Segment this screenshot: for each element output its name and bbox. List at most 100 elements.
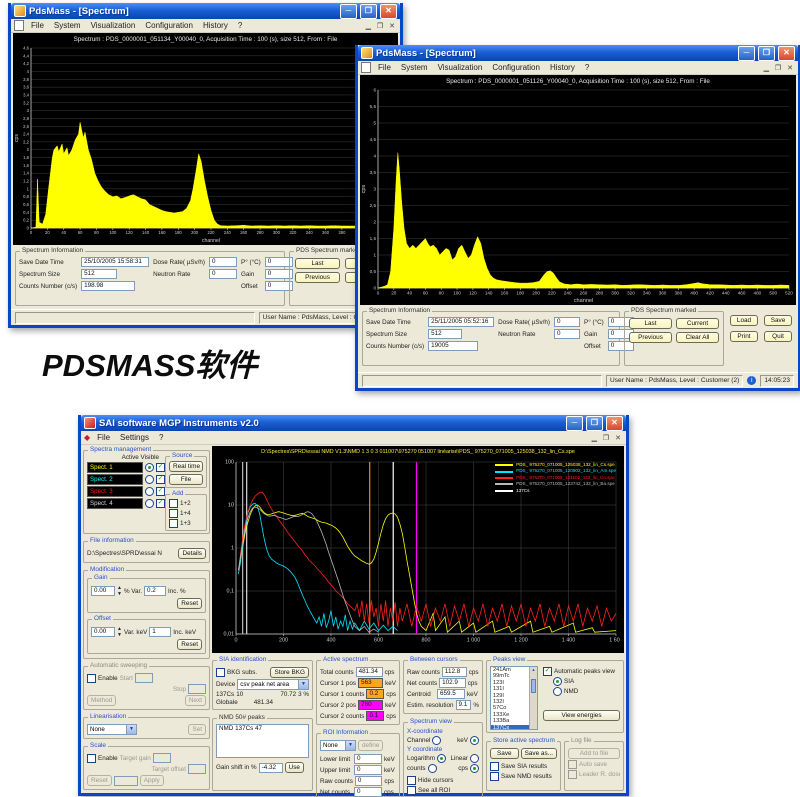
- gain-spinner[interactable]: 0.00: [91, 586, 115, 596]
- menu-item[interactable]: ?: [154, 433, 168, 442]
- spectrum-visible-checkbox[interactable]: ✓: [156, 463, 165, 472]
- spectrum-visible-checkbox[interactable]: ✓: [156, 499, 165, 508]
- add-option-checkbox[interactable]: [169, 519, 178, 528]
- gain-inc-field[interactable]: 0.2: [144, 586, 166, 596]
- gain-shift-field[interactable]: -4.32: [259, 763, 283, 773]
- menu-item[interactable]: History: [198, 21, 233, 30]
- gain-reset-button[interactable]: Reset: [177, 598, 202, 609]
- sweep-enable-checkbox[interactable]: [87, 674, 96, 683]
- row-value-field[interactable]: 112.8: [442, 667, 467, 677]
- restore-button[interactable]: ❐: [586, 416, 603, 431]
- mdi-window-controls[interactable]: ▁ ❐ ✕: [366, 22, 397, 30]
- side-button[interactable]: Load: [730, 315, 758, 326]
- marked-button[interactable]: Previous: [295, 272, 340, 283]
- menu-item[interactable]: System: [49, 21, 86, 30]
- menu-item[interactable]: ?: [233, 21, 247, 30]
- close-button[interactable]: ✕: [606, 416, 623, 431]
- device-combo[interactable]: csv peak net area▼: [237, 679, 309, 690]
- spectrum-active-radio[interactable]: [145, 463, 154, 472]
- minimize-button[interactable]: ─: [566, 416, 583, 431]
- spectrum-active-radio[interactable]: [145, 487, 154, 496]
- save-as-button[interactable]: Save as...: [521, 748, 557, 759]
- menu-item[interactable]: ?: [580, 63, 594, 72]
- row-value-field[interactable]: 481.34: [356, 667, 383, 677]
- add-option-checkbox[interactable]: [169, 499, 178, 508]
- menu-item[interactable]: Visualization: [86, 21, 141, 30]
- row-value-field[interactable]: 0: [354, 754, 382, 764]
- store-bkg-button[interactable]: Store BKG: [270, 667, 309, 678]
- add-option-checkbox[interactable]: [169, 509, 178, 518]
- log-radio[interactable]: [437, 754, 446, 763]
- minimize-button[interactable]: ─: [738, 46, 755, 61]
- mdi-doc-icon[interactable]: [361, 62, 371, 73]
- bkg-subs-checkbox[interactable]: [216, 668, 225, 677]
- peaks-listbox[interactable]: 241Am99mTc123I131I129I132I57Co133Xe133Ba…: [490, 666, 538, 730]
- save-date-field[interactable]: 25/10/2005 15:58:31: [81, 257, 149, 267]
- size-field[interactable]: 512: [81, 269, 117, 279]
- spinner-arrows-icon[interactable]: ▲▼: [117, 626, 122, 638]
- overlay-spectrum-chart[interactable]: 0,010,111010002004006008001 0001 2001 40…: [212, 458, 624, 653]
- row-value-field[interactable]: 0.1: [366, 711, 384, 721]
- neutron-field[interactable]: 0: [554, 329, 580, 339]
- dose-field[interactable]: 0: [209, 257, 237, 267]
- mdi-doc-icon[interactable]: [14, 20, 24, 31]
- row-value-field[interactable]: 659.5: [437, 689, 465, 699]
- save-sia-checkbox[interactable]: [490, 762, 499, 771]
- menu-item[interactable]: Configuration: [140, 21, 198, 30]
- linearisation-combo[interactable]: None▼: [87, 724, 137, 735]
- offset-spinner[interactable]: 0.00: [91, 627, 115, 637]
- offset-inc-field[interactable]: 1: [149, 627, 171, 637]
- marked-button[interactable]: Clear All: [676, 332, 719, 343]
- scale-enable-checkbox[interactable]: [87, 754, 96, 763]
- spectrum-visible-checkbox[interactable]: ✓: [156, 475, 165, 484]
- details-button[interactable]: Details: [178, 548, 206, 559]
- nmd-radio[interactable]: [553, 687, 562, 696]
- spectrum-visible-checkbox[interactable]: ✓: [156, 487, 165, 496]
- marked-button[interactable]: Previous: [629, 332, 672, 343]
- menu-item[interactable]: Settings: [115, 433, 154, 442]
- counts-field[interactable]: 198.98: [81, 281, 135, 291]
- roi-combo[interactable]: None▼: [320, 740, 356, 751]
- row-value-field[interactable]: 0: [354, 765, 382, 775]
- spectrum-chart-1[interactable]: 00,20,40,60,811,21,41,61,822,22,42,62,83…: [13, 45, 398, 245]
- row-value-field[interactable]: 0.2: [366, 689, 384, 699]
- source-button[interactable]: File: [169, 474, 203, 485]
- restore-button[interactable]: ❐: [758, 46, 775, 61]
- menu-item[interactable]: File: [92, 433, 115, 442]
- linear-radio[interactable]: [470, 754, 479, 763]
- counts-radio[interactable]: [428, 764, 437, 773]
- scrollbar[interactable]: ▲: [529, 667, 537, 729]
- menu-item[interactable]: Configuration: [487, 63, 545, 72]
- save-date-field[interactable]: 25/11/2005 05:52:16: [428, 317, 494, 327]
- marked-button[interactable]: Last: [629, 318, 672, 329]
- menu-item[interactable]: System: [396, 63, 433, 72]
- source-button[interactable]: Real time: [169, 461, 203, 472]
- marked-button[interactable]: Last: [295, 258, 340, 269]
- menu-item[interactable]: File: [26, 21, 49, 30]
- row-value-field[interactable]: 102.9: [439, 678, 466, 688]
- cps-radio[interactable]: [470, 764, 479, 773]
- save-button[interactable]: Save: [490, 748, 519, 759]
- spinner-arrows-icon[interactable]: ▲▼: [117, 585, 122, 597]
- side-button[interactable]: Save: [764, 315, 792, 326]
- row-value-field[interactable]: 760: [358, 700, 383, 710]
- neutron-field[interactable]: 0: [209, 269, 237, 279]
- size-field[interactable]: 512: [428, 329, 462, 339]
- spectrum-chart-2[interactable]: 00,511,522,533,544,555,56020406080100120…: [360, 87, 796, 305]
- menu-item[interactable]: Visualization: [433, 63, 488, 72]
- hide-cursors-checkbox[interactable]: [407, 776, 416, 785]
- menu-item[interactable]: History: [545, 63, 580, 72]
- side-button[interactable]: Quit: [764, 331, 792, 342]
- row-value-field[interactable]: 0: [355, 776, 382, 786]
- view-energies-button[interactable]: View energies: [543, 710, 620, 721]
- offset-reset-button[interactable]: Reset: [177, 639, 202, 650]
- row-value-field[interactable]: 9.1: [456, 700, 472, 710]
- sia-radio[interactable]: [553, 677, 562, 686]
- spectrum-active-radio[interactable]: [145, 499, 154, 508]
- close-button[interactable]: ✕: [778, 46, 795, 61]
- kev-radio[interactable]: [470, 736, 479, 745]
- row-value-field[interactable]: 0: [354, 787, 382, 797]
- marked-button[interactable]: Current: [676, 318, 719, 329]
- minimize-button[interactable]: ─: [340, 4, 357, 19]
- use-button[interactable]: Use: [285, 762, 304, 773]
